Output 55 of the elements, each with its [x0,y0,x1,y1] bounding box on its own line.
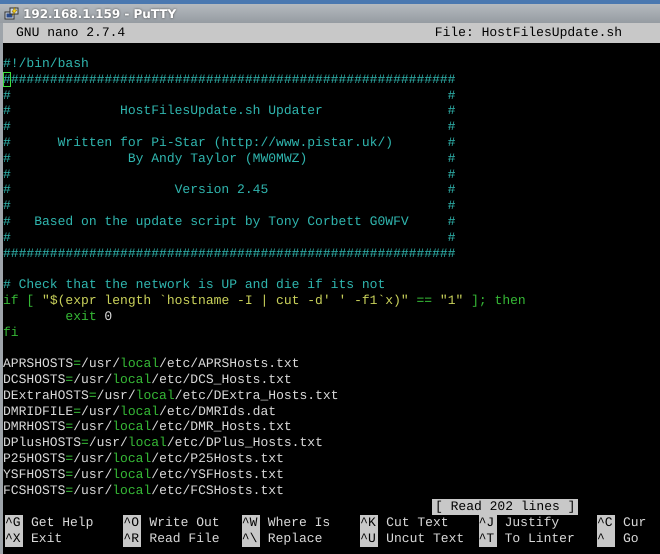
shortcut-label: Where Is [268,515,330,532]
shortcut-label: Justify [504,515,560,532]
shortcut-key: ^J [478,515,497,532]
code-line: # # [3,166,456,182]
shortcut-label: Get Help [31,515,94,532]
shortcut-label: Uncut Text [386,531,464,548]
shortcut-key: ^G [5,515,23,532]
window-title: 192.168.1.159 - PuTTY [23,6,176,20]
code-line: # Check that the network is UP and die if its not [3,277,386,293]
code-line: DPlusHOSTS=/usr/local/etc/DPlus_Hosts.txt [3,435,324,451]
code-line: DMRHOSTS=/usr/local/etc/DMR_Hosts.txt [3,419,293,436]
shortcut-key: ^C [596,515,615,532]
code-line: exit 0 [64,308,114,325]
shortcut-key: ^O [123,515,142,532]
shortcut-label: Cut Text [386,515,449,532]
code-line: YSFHOSTS=/usr/local/etc/YSFHosts.txt [3,466,285,483]
shortcut-key: ^U [360,531,378,548]
code-line: APRSHOSTS=/usr/local/etc/APRSHosts.txt [3,356,300,372]
file-name: File: HostFilesUpdate.sh [434,25,622,41]
code-line: # # [3,88,456,104]
shortcut-label: Replace [268,531,322,548]
shortcut-key: ^K [360,515,378,532]
code-line: # # [3,119,456,135]
editor-version: GNU nano 2.7.4 [16,25,126,41]
code-line: # Written for Pi-Star (http://www.pistar.uk/) # [3,134,456,151]
code-line: DMRIDFILE=/usr/local/etc/DMRIds.dat [3,404,278,420]
code-line: # Version 2.45 # [3,182,456,198]
code-line: ########################################################## [3,246,456,262]
shortcut-key: ^\ [242,531,260,548]
shortcut-label: Write Out [149,515,220,532]
code-line: fi [3,324,20,340]
code-line: # # [3,198,456,214]
shortcut-label: Exit [31,531,62,548]
code-line: DCSHOSTS=/usr/local/etc/DCS_Hosts.txt [3,372,293,388]
computer-icon [4,6,20,22]
shortcut-label: Go [622,531,639,548]
code-line: FCSHOSTS=/usr/local/etc/FCSHosts.txt [3,482,285,498]
shortcut-label: To Linter [504,531,575,548]
shortcut-label: Cur [622,515,646,532]
code-line: DExtraHOSTS=/usr/local/etc/DExtra_Hosts.txt [3,388,340,404]
code-line: ########################################################## [3,72,456,88]
code-line: # Based on the update script by Tony Corbett G0WFV # [3,214,456,230]
code-line: # # [3,230,456,246]
shortcut-label: Read File [149,531,220,548]
code-line: #!/bin/bash [3,56,90,72]
code-line: # By Andy Taylor (MW0MWZ) # [3,150,456,167]
code-line: P25HOSTS=/usr/local/etc/P25Hosts.txt [3,450,285,467]
code-line: # HostFilesUpdate.sh Updater # [3,103,456,120]
shortcut-key: ^R [123,531,142,548]
shortcut-key: ^W [242,515,260,532]
shortcut-key: ^T [478,531,497,548]
status-message: [ Read 202 lines ] [432,499,578,516]
shortcut-key: ^X [5,531,23,548]
shortcut-key: ^ [596,531,615,548]
code-line: if [ "$(expr length `hostname -I | cut -d' ' -f1`x)" == "1" ]; then [3,292,527,309]
